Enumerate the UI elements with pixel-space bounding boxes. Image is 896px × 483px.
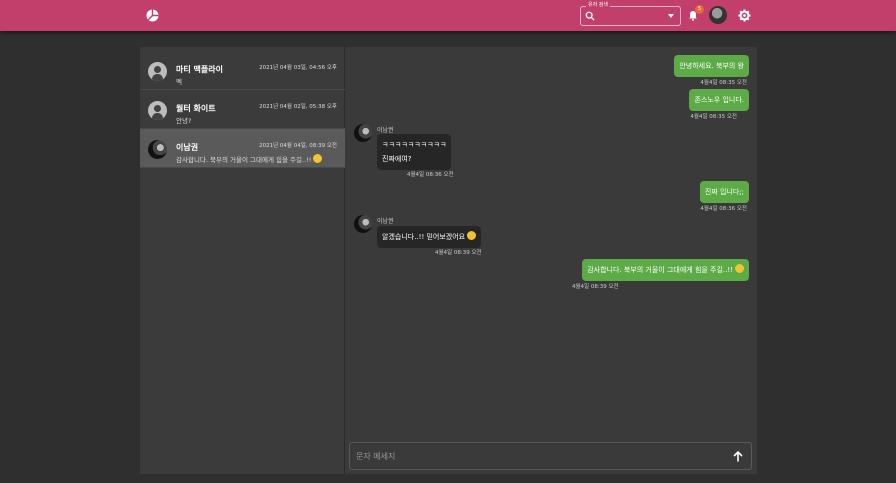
conversation-time: 2021년 04월 02일, 05:38 오후 bbox=[259, 104, 337, 110]
emoji-icon bbox=[313, 154, 323, 163]
message-bubble-outgoing: 감사합니다. 북부의 거울이 그대에게 힘을 주길..!! bbox=[582, 259, 749, 281]
message-time: 4월4일 08:39 오전 bbox=[572, 284, 619, 290]
avatar[interactable] bbox=[709, 6, 727, 24]
message-line: 알겠습니다..!! 믿어보겠어요 bbox=[382, 233, 466, 241]
app-bar: 유저 검색 5 bbox=[0, 0, 896, 31]
message-bubble-incoming: 알겠습니다..!! 믿어보겠어요 bbox=[377, 226, 482, 248]
user-search-label: 유저 검색 bbox=[586, 1, 610, 9]
conversation-item[interactable]: 월터 화이트 2021년 04월 02일, 05:38 오후 안녕? bbox=[140, 90, 345, 129]
search-icon bbox=[585, 11, 595, 21]
conversation-item-active[interactable]: 이남권 2021년 04월 04일, 08:39 오전 감사합니다. 북부의 거… bbox=[140, 129, 345, 168]
message-line: ㅋㅋㅋㅋㅋㅋㅋㅋㅋㅋ bbox=[382, 141, 447, 149]
message-line: 진짜에여? bbox=[382, 155, 412, 163]
avatar bbox=[354, 124, 372, 142]
avatar bbox=[354, 215, 372, 233]
message-time: 4월4일 08:35 오전 bbox=[700, 80, 747, 86]
message-sender: 이남권 bbox=[377, 218, 394, 225]
conversation-item[interactable]: 마티 맥플라이 2021년 04월 03일, 04:56 오후 멕 bbox=[140, 51, 345, 90]
conversation-preview: 안녕? bbox=[176, 117, 192, 125]
message-bubble-outgoing: 안녕하세요. 북부의 왕 bbox=[674, 55, 749, 77]
conversation-name: 월터 화이트 bbox=[176, 104, 216, 113]
conversation-time: 2021년 04월 04일, 08:39 오전 bbox=[259, 143, 337, 149]
message-composer bbox=[349, 442, 752, 470]
dropdown-icon[interactable] bbox=[668, 14, 674, 18]
emoji-icon bbox=[735, 264, 744, 273]
conversation-name: 마티 맥플라이 bbox=[176, 65, 223, 74]
message-bubble-outgoing: 존스노우 입니다. bbox=[689, 89, 749, 111]
send-arrow-icon[interactable] bbox=[733, 451, 743, 462]
message-bubble-outgoing: 진짜 입니다;; bbox=[699, 181, 749, 203]
gear-icon[interactable] bbox=[738, 9, 751, 22]
conversation-list: 마티 맥플라이 2021년 04월 03일, 04:56 오후 멕 월터 화이트… bbox=[140, 47, 345, 474]
notification-badge: 5 bbox=[695, 5, 704, 14]
avatar bbox=[148, 140, 167, 159]
message-input[interactable] bbox=[356, 443, 726, 469]
message-time: 4월4일 08:35 오전 bbox=[690, 114, 737, 120]
message-bubble-incoming: ㅋㅋㅋㅋㅋㅋㅋㅋㅋㅋ 진짜에여? bbox=[377, 134, 452, 170]
message-time: 4월4일 08:36 오전 bbox=[700, 206, 747, 212]
logo-icon[interactable] bbox=[146, 9, 159, 22]
chat-panel: 안녕하세요. 북부의 왕 4월4일 08:35 오전 존스노우 입니다. 4월4… bbox=[346, 47, 757, 474]
default-avatar-icon bbox=[148, 62, 167, 81]
conversation-preview: 감사합니다. 북부의 거울이 그대에게 힘을 주길..!! bbox=[176, 154, 323, 164]
default-avatar-icon bbox=[148, 101, 167, 120]
message-sender: 이남권 bbox=[377, 127, 394, 134]
message-time: 4월4일 08:39 오전 bbox=[435, 250, 482, 256]
conversation-time: 2021년 04월 03일, 04:56 오후 bbox=[259, 65, 337, 71]
conversation-preview: 멕 bbox=[176, 78, 182, 86]
message-time: 4월4일 08:36 오전 bbox=[407, 172, 454, 178]
conversation-name: 이남권 bbox=[176, 143, 199, 152]
emoji-icon bbox=[467, 231, 477, 240]
user-search-field[interactable]: 유저 검색 bbox=[580, 1, 681, 26]
chat-container: 마티 맥플라이 2021년 04월 03일, 04:56 오후 멕 월터 화이트… bbox=[140, 47, 757, 474]
